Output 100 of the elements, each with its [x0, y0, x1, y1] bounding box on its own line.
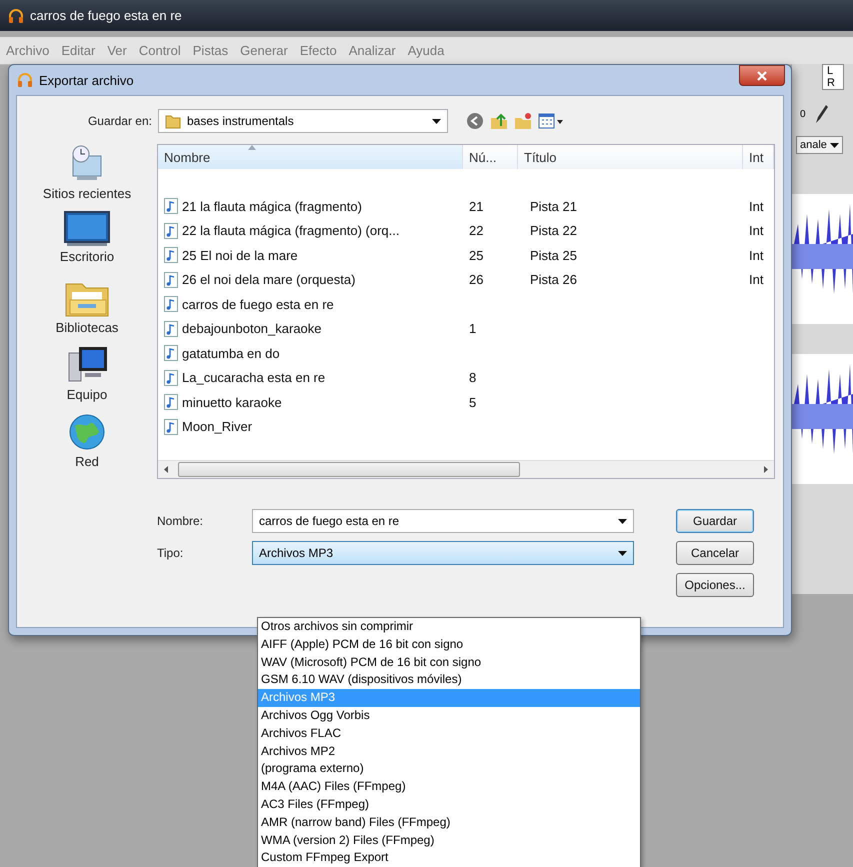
file-type-option[interactable]: M4A (AAC) Files (FFmpeg) [258, 778, 640, 796]
column-header[interactable]: Int [743, 145, 774, 169]
file-type-dropdown[interactable]: Archivos MP3 [252, 541, 634, 565]
column-header[interactable]: Nombre [158, 145, 463, 169]
save-in-label: Guardar en: [86, 114, 152, 128]
file-name: gatatumba en do [182, 346, 280, 361]
meter-label: L [826, 65, 834, 77]
horizontal-scrollbar[interactable] [158, 460, 774, 478]
place-link[interactable]: Equipo [65, 345, 109, 412]
name-label: Nombre: [157, 514, 204, 528]
column-header[interactable]: Título [518, 145, 743, 169]
file-type-option[interactable]: AMR (narrow band) Files (FFmpeg) [258, 814, 640, 832]
close-icon [757, 70, 767, 80]
up-folder-icon[interactable] [490, 112, 508, 130]
view-menu-icon[interactable] [538, 112, 564, 130]
caret-icon [432, 118, 441, 124]
music-file-icon [164, 222, 178, 239]
file-type-option[interactable]: GSM 6.10 WAV (dispositivos móviles) [258, 671, 640, 690]
folder-icon [165, 113, 181, 129]
file-name-field[interactable]: carros de fuego esta en re [252, 509, 634, 533]
track-title: Pista 25 [530, 248, 577, 263]
menu-item[interactable]: Pistas [192, 43, 228, 58]
music-file-icon [164, 370, 178, 386]
file-type-option[interactable]: (programa externo) [258, 760, 640, 778]
file-item[interactable]: debajounboton_karaoke [158, 316, 463, 341]
scroll-right-icon[interactable] [764, 466, 768, 473]
file-item[interactable]: gatatumba en do [158, 341, 463, 366]
file-name: carros de fuego esta en re [182, 296, 334, 312]
file-item[interactable]: La_cucaracha esta en re [158, 366, 463, 390]
new-folder-icon[interactable] [514, 112, 532, 130]
music-file-icon [164, 394, 178, 410]
caret-icon [618, 550, 627, 556]
file-type-option[interactable]: Otros archivos sin comprimir [258, 618, 640, 636]
file-type-option[interactable]: Archivos FLAC [258, 724, 640, 743]
cancel-button[interactable]: Cancelar [676, 541, 754, 565]
file-item[interactable]: minuetto karaoke [158, 390, 463, 414]
file-name: minuetto karaoke [182, 394, 282, 410]
menu-item[interactable]: Archivo [6, 43, 50, 58]
globe-icon [67, 412, 107, 452]
file-type-option[interactable]: WMA (version 2) Files (FFmpeg) [258, 832, 640, 850]
place-link[interactable]: Bibliotecas [56, 278, 118, 345]
track-number: 1 [469, 321, 476, 336]
music-file-icon [164, 296, 178, 312]
place-link[interactable]: Red [67, 412, 107, 479]
dialog-title: Exportar archivo [39, 72, 134, 88]
file-name: Moon_River [182, 419, 252, 434]
place-link[interactable]: Sitios recientes [42, 144, 132, 211]
save-button[interactable]: Guardar [676, 509, 754, 533]
file-item[interactable]: 21 la flauta mágica (fragmento) [158, 194, 463, 218]
file-type-option[interactable]: Archivos MP2 [258, 742, 640, 760]
file-item[interactable]: Moon_River [158, 414, 463, 439]
file-name: La_cucaracha esta en re [182, 370, 326, 386]
music-file-icon [164, 418, 178, 435]
sort-arrow-icon [248, 145, 256, 150]
channel-dropdown[interactable]: anale [796, 136, 843, 154]
file-item[interactable]: 22 la flauta mágica (fragmento) (orq... [158, 218, 463, 243]
caret-icon [618, 518, 627, 524]
menu-item[interactable]: Analizar [348, 43, 396, 58]
file-name: 22 la flauta mágica (fragmento) (orq... [182, 223, 400, 238]
back-icon[interactable] [466, 112, 484, 130]
column-header[interactable]: Nú... [463, 145, 518, 169]
app-title: carros de fuego esta en re [30, 8, 182, 23]
meter-label: R [826, 77, 836, 89]
music-file-icon [164, 247, 178, 264]
file-item[interactable]: 26 el noi dela mare (orquesta) [158, 268, 463, 292]
file-type-option[interactable]: Custom FFmpeg Export [258, 849, 640, 867]
file-type-option[interactable]: AC3 Files (FFmpeg) [258, 796, 640, 814]
file-type-option[interactable]: Archivos Ogg Vorbis [258, 706, 640, 725]
headphones-icon [17, 72, 33, 88]
file-item[interactable]: 25 El noi de la mare [158, 243, 463, 268]
menu-item[interactable]: Generar [240, 43, 288, 58]
track-number: 8 [469, 370, 476, 386]
meter-reading: 0 [800, 108, 806, 120]
options-button[interactable]: Opciones... [676, 573, 754, 597]
scroll-left-icon[interactable] [164, 466, 168, 473]
track-title: Pista 26 [530, 272, 577, 288]
folder-dropdown[interactable]: bases instrumentals [158, 109, 448, 133]
menu-item[interactable]: Editar [61, 43, 96, 58]
menu-item[interactable]: Efecto [300, 43, 337, 58]
menu-item[interactable]: Ayuda [408, 43, 444, 58]
caret-icon [830, 142, 839, 148]
file-type-option[interactable]: WAV (Microsoft) PCM de 16 bit con signo [258, 654, 640, 672]
menu-item[interactable]: Control [138, 43, 181, 58]
music-file-icon [164, 345, 178, 362]
headphones-icon [8, 8, 24, 24]
track-title: Pista 21 [530, 198, 577, 214]
track-number: 25 [469, 248, 484, 263]
file-name: 21 la flauta mágica (fragmento) [182, 198, 362, 214]
type-label: Tipo: [157, 546, 184, 560]
file-type-option[interactable]: AIFF (Apple) PCM de 16 bit con signo [258, 636, 640, 654]
music-file-icon [164, 272, 178, 288]
menu-item[interactable]: Ver [107, 43, 127, 58]
track-number: 26 [469, 272, 484, 288]
place-link[interactable]: Escritorio [60, 211, 114, 278]
table-cell: Int [749, 248, 764, 263]
table-cell: Int [749, 198, 764, 214]
table-cell: Int [749, 272, 764, 288]
file-name: 25 El noi de la mare [182, 248, 298, 263]
file-item[interactable]: carros de fuego esta en re [158, 292, 463, 316]
close-button[interactable] [739, 65, 785, 86]
